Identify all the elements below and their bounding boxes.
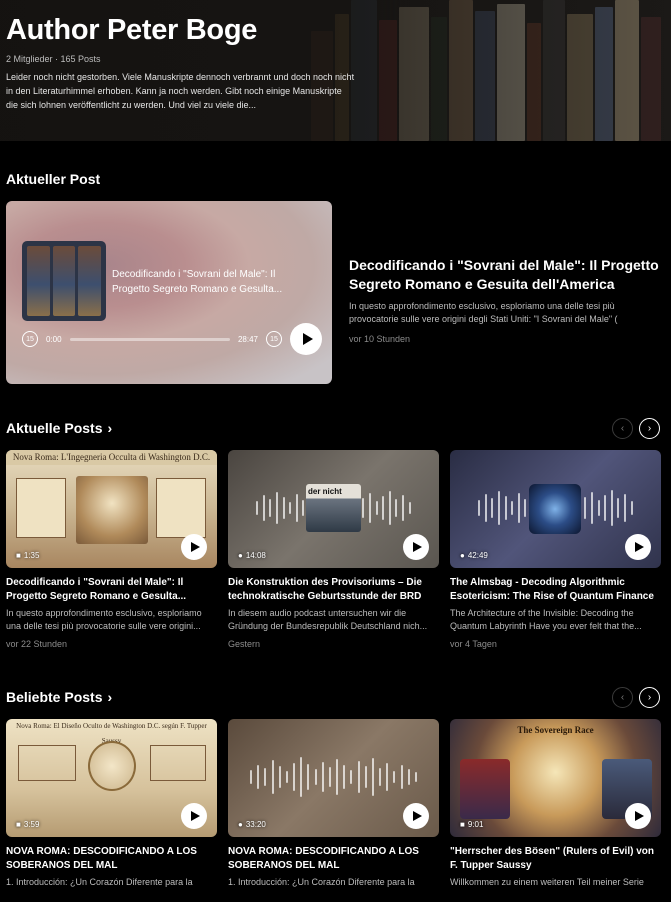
post-card[interactable]: Nova Roma: El Diseño Oculto de Washingto…	[6, 719, 217, 902]
post-card[interactable]: Nova Roma: L'Ingegneria Occulta di Washi…	[6, 450, 217, 649]
post-artwork	[529, 484, 581, 534]
carousel-next-button[interactable]: ›	[639, 418, 660, 439]
post-title[interactable]: Decodificando i "Sovrani del Male": Il P…	[6, 576, 217, 604]
chevron-right-icon: ›	[107, 689, 113, 705]
post-title[interactable]: "Herrscher des Bösen" (Rulers of Evil) v…	[450, 845, 661, 873]
post-description: The Architecture of the Invisible: Decod…	[450, 608, 642, 631]
thumbnail-caption: Nova Roma: L'Ingegneria Occulta di Washi…	[6, 450, 217, 465]
play-button[interactable]	[181, 534, 207, 560]
audio-player-controls: 15 0:00 28:47 15	[22, 323, 322, 355]
featured-post-time: vor 10 Stunden	[349, 334, 411, 344]
featured-post-title[interactable]: Decodificando i "Sovrani del Male": Il P…	[349, 256, 659, 294]
post-thumbnail[interactable]: ● 33:20	[228, 719, 439, 837]
post-description: In diesem audio podcast untersuchen wir …	[228, 608, 428, 631]
post-title[interactable]: Die Konstruktion des Provisoriums – Die …	[228, 576, 439, 604]
video-icon: ■	[16, 820, 21, 829]
post-card[interactable]: der nicht ● 14:08 Die Konstruktion des Pr…	[228, 450, 439, 649]
post-time: vor 22 Stunden	[6, 639, 68, 649]
microphone-icon: ●	[460, 551, 465, 560]
channel-header: Author Peter Boge 2 Mitglieder · 165 Pos…	[0, 0, 671, 141]
duration-badge: ● 42:49	[460, 551, 488, 560]
post-description: 1. Introducción: ¿Un Corazón Diferente p…	[6, 877, 193, 887]
skip-forward-15-icon[interactable]: 15	[266, 331, 282, 347]
play-button[interactable]	[403, 534, 429, 560]
section-title-current-post: Aktueller Post	[6, 171, 101, 187]
chevron-right-icon: ›	[107, 420, 113, 436]
channel-title: Author Peter Boge	[6, 14, 258, 46]
featured-post-description: In questo approfondimento esclusivo, esp…	[349, 301, 618, 324]
carousel-next-button[interactable]: ›	[639, 687, 660, 708]
microphone-icon: ●	[238, 551, 243, 560]
duration-badge: ● 33:20	[238, 820, 266, 829]
duration-badge: ● 14:08	[238, 551, 266, 560]
featured-artwork	[22, 241, 106, 321]
post-thumbnail[interactable]: der nicht ● 14:08	[228, 450, 439, 568]
post-card[interactable]: The Sovereign Race ■ 9:01 "Herrscher des …	[450, 719, 661, 902]
time-total: 28:47	[237, 334, 258, 344]
skip-back-15-icon[interactable]: 15	[22, 331, 38, 347]
post-description: In questo approfondimento esclusivo, esp…	[6, 608, 202, 631]
post-thumbnail[interactable]: Nova Roma: El Diseño Oculto de Washingto…	[6, 719, 217, 837]
featured-player-title: Decodificando i "Sovrani del Male": Il P…	[112, 269, 283, 295]
thumbnail-caption: The Sovereign Race	[517, 725, 594, 735]
time-current: 0:00	[46, 334, 62, 344]
audio-waveform	[250, 757, 417, 797]
post-description: Willkommen zu einem weiteren Teil meiner…	[450, 877, 644, 887]
post-artwork: der nicht	[306, 484, 361, 532]
microphone-icon: ●	[238, 820, 243, 829]
carousel-prev-button[interactable]: ‹	[612, 418, 633, 439]
post-card[interactable]: ● 33:20 NOVA ROMA: DESCODIFICANDO A LOS S…	[228, 719, 439, 902]
post-description: 1. Introducción: ¿Un Corazón Diferente p…	[228, 877, 415, 887]
post-title[interactable]: NOVA ROMA: DESCODIFICANDO A LOS SOBERANO…	[228, 845, 439, 873]
post-time: Gestern	[228, 639, 261, 649]
carousel-prev-button[interactable]: ‹	[612, 687, 633, 708]
duration-badge: ■ 1:35	[16, 551, 40, 560]
featured-post-info: Decodificando i "Sovrani del Male": Il P…	[349, 256, 659, 344]
post-time: vor 4 Tagen	[450, 639, 497, 649]
play-button[interactable]	[403, 803, 429, 829]
play-button[interactable]	[625, 534, 651, 560]
video-icon: ■	[460, 820, 465, 829]
section-title-label: Aktuelle Posts	[6, 420, 103, 436]
channel-meta: 2 Mitglieder · 165 Posts	[6, 54, 101, 64]
play-button[interactable]	[290, 323, 322, 355]
carousel-nav: ‹ ›	[612, 687, 660, 708]
post-title[interactable]: NOVA ROMA: DESCODIFICANDO A LOS SOBERANO…	[6, 845, 217, 873]
video-icon: ■	[16, 551, 21, 560]
post-thumbnail[interactable]: ● 42:49	[450, 450, 661, 568]
play-button[interactable]	[625, 803, 651, 829]
section-title-popular-posts[interactable]: Beliebte Posts ›	[6, 689, 112, 705]
post-card[interactable]: ● 42:49 The Almsbag - Decoding Algorithmi…	[450, 450, 661, 649]
section-title-label: Beliebte Posts	[6, 689, 103, 705]
duration-badge: ■ 3:59	[16, 820, 40, 829]
channel-description: Leider noch nicht gestorben. Viele Manus…	[6, 72, 355, 110]
carousel-nav: ‹ ›	[612, 418, 660, 439]
duration-badge: ■ 9:01	[460, 820, 484, 829]
post-title[interactable]: The Almsbag - Decoding Algorithmic Esote…	[450, 576, 661, 604]
post-thumbnail[interactable]: Nova Roma: L'Ingegneria Occulta di Washi…	[6, 450, 217, 568]
section-title-recent-posts[interactable]: Aktuelle Posts ›	[6, 420, 112, 436]
progress-bar[interactable]	[69, 337, 230, 341]
featured-post-player[interactable]: Decodificando i "Sovrani del Male": Il P…	[6, 201, 332, 384]
thumbnail-caption: Nova Roma: El Diseño Oculto de Washingto…	[16, 722, 207, 745]
post-thumbnail[interactable]: The Sovereign Race ■ 9:01	[450, 719, 661, 837]
play-button[interactable]	[181, 803, 207, 829]
